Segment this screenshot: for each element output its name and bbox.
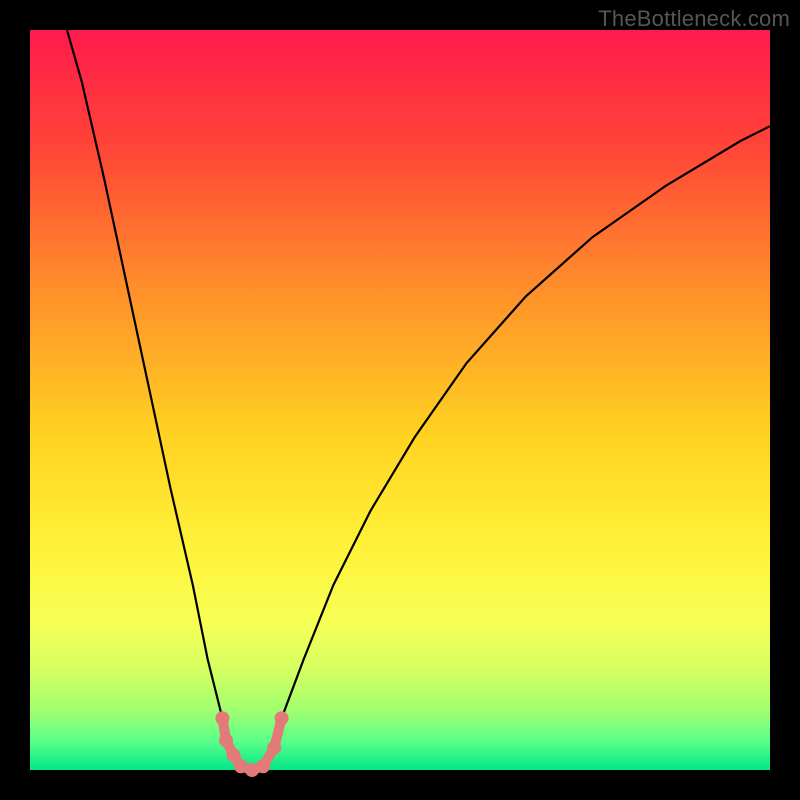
accent-dot [215, 711, 229, 725]
accent-dot [275, 711, 289, 725]
chart-stage: TheBottleneck.com [0, 0, 800, 800]
accent-dot [267, 741, 281, 755]
accent-dot [256, 759, 270, 773]
plot-background [30, 30, 770, 770]
accent-dot [219, 733, 233, 747]
bottleneck-chart [0, 0, 800, 800]
watermark-text: TheBottleneck.com [598, 6, 790, 32]
